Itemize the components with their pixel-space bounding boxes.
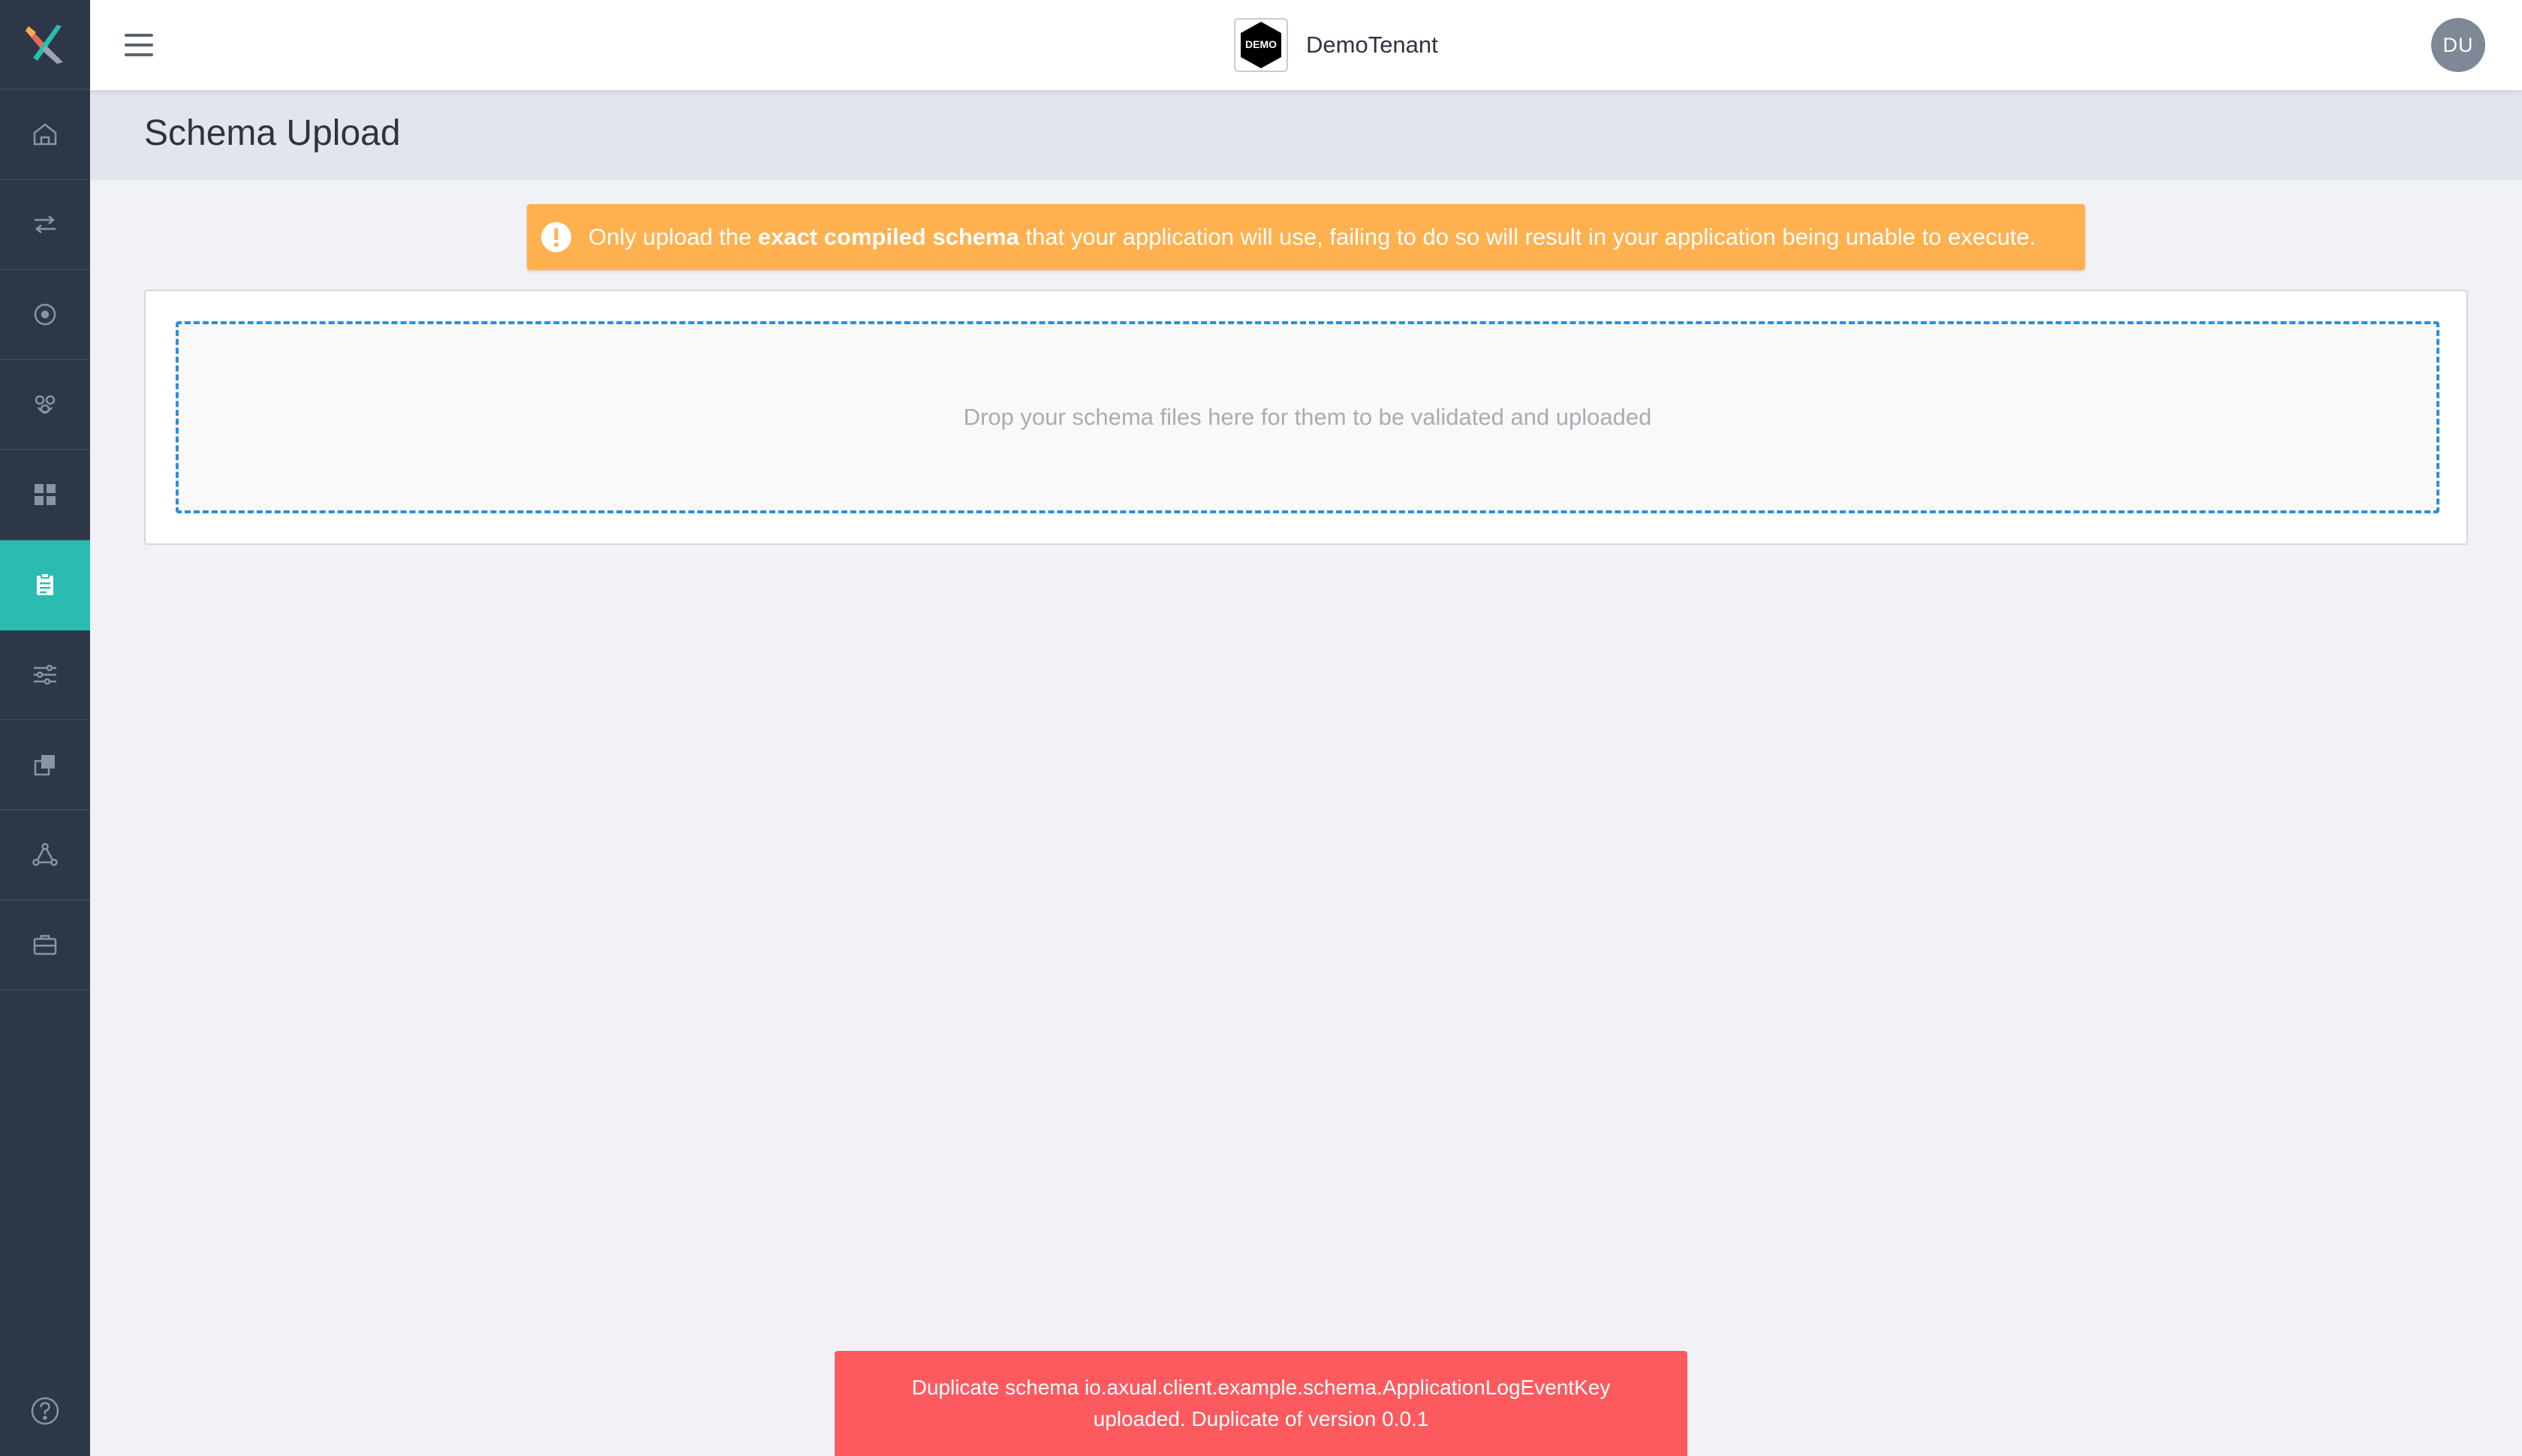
dropzone-hint: Drop your schema files here for them to … [963, 404, 1652, 430]
tenant-name: DemoTenant [1306, 32, 1438, 58]
warning-icon [541, 222, 571, 252]
streams-icon [35, 215, 56, 233]
warning-alert: Only upload the exact compiled schema th… [527, 204, 2085, 270]
sidebar-item-settings[interactable] [0, 630, 90, 720]
demo-badge-icon: DEMO [1241, 22, 1281, 68]
sidebar-item-dashboard[interactable] [0, 450, 90, 540]
sidebar-item-collaboration[interactable] [0, 360, 90, 450]
page-title: Schema Upload [144, 113, 401, 153]
sidebar-item-streams[interactable] [0, 180, 90, 270]
help-icon [31, 1397, 59, 1425]
hamburger-icon [125, 34, 153, 37]
collaboration-icon [35, 395, 56, 414]
alert-message: Only upload the exact compiled schema th… [588, 224, 2036, 250]
menu-toggle-button[interactable] [120, 28, 158, 62]
tenant-logo: DEMO [1234, 18, 1288, 72]
home-icon [33, 123, 57, 146]
sidebar-item-network[interactable] [0, 811, 90, 901]
dashboard-icon [35, 484, 56, 505]
top-bar: DEMO DemoTenant DU [90, 0, 2522, 90]
briefcase-icon [33, 934, 57, 955]
sidebar-item-tools[interactable] [0, 901, 90, 991]
tenant-switcher[interactable]: DEMO DemoTenant [1234, 17, 1438, 74]
copy-icon [34, 755, 55, 776]
sidebar-item-target[interactable] [0, 270, 90, 360]
toast-message: Duplicate schema io.axual.client.example… [911, 1376, 1611, 1430]
sidebar [0, 0, 90, 1456]
network-icon [32, 843, 58, 866]
error-toast[interactable]: Duplicate schema io.axual.client.example… [835, 1351, 1687, 1456]
page-header: Schema Upload [90, 90, 2522, 180]
axual-logo-icon [26, 25, 63, 64]
sidebar-item-instances[interactable] [0, 720, 90, 811]
help-button[interactable] [0, 1366, 90, 1456]
avatar[interactable]: DU [2431, 18, 2485, 72]
schema-dropzone[interactable]: Drop your schema files here for them to … [176, 321, 2439, 513]
tenant-logo-text: DEMO [1245, 38, 1277, 50]
sidebar-item-home[interactable] [0, 90, 90, 180]
app-logo[interactable] [0, 0, 90, 90]
target-icon [34, 303, 56, 326]
sidebar-item-schemas[interactable] [0, 540, 90, 630]
sliders-icon [34, 664, 56, 685]
clipboard-icon [37, 573, 53, 595]
upload-card: Drop your schema files here for them to … [144, 290, 2468, 545]
